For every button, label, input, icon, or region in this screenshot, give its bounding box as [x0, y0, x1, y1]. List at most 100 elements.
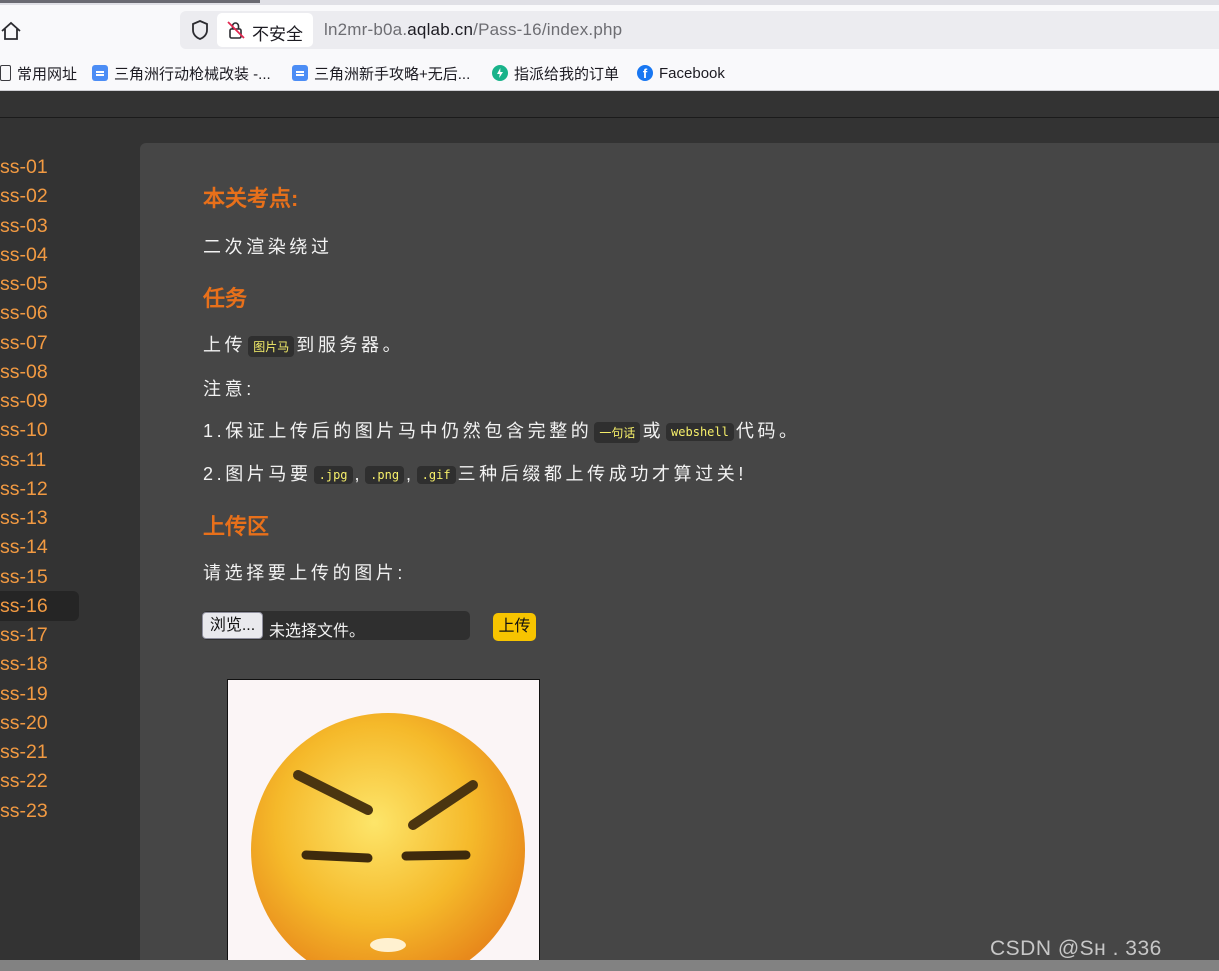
note2-prefix: 2.图片马要	[203, 464, 312, 484]
sidebar-item-ss07[interactable]: ss-07	[0, 328, 48, 358]
sidebar-item-label: ss-06	[0, 302, 48, 324]
note-label: 注意:	[203, 379, 255, 399]
note2-sep: ,	[354, 464, 364, 484]
sidebar-item-ss01[interactable]: ss-01	[0, 152, 48, 182]
task-prefix: 上传	[203, 335, 247, 355]
shield-icon[interactable]	[190, 19, 210, 41]
code-png: .png	[365, 466, 405, 485]
sidebar-item-label: ss-08	[0, 361, 48, 383]
url-path: /Pass-16/index.php	[473, 20, 623, 39]
sidebar-item-label: ss-04	[0, 244, 48, 266]
note2-sep: ,	[406, 464, 415, 484]
sidebar-item-label: ss-11	[0, 449, 47, 471]
sidebar-item-label: ss-02	[0, 185, 48, 207]
sidebar-item-label: ss-07	[0, 332, 48, 354]
sidebar-item-ss14[interactable]: ss-14	[0, 532, 48, 562]
task-heading: 任务	[203, 286, 248, 311]
code-webshell: webshell	[666, 423, 734, 442]
site-header	[0, 91, 1219, 117]
sidebar-item-label: ss-23	[0, 800, 48, 822]
sidebar-item-label: ss-03	[0, 215, 48, 237]
bookmark-delta-force-guide[interactable]: 三角洲新手攻略+无后...	[292, 62, 470, 84]
note1-prefix: 1.保证上传后的图片马中仍然包含完整的	[203, 421, 593, 441]
note1-mid: 或	[642, 421, 665, 441]
header-divider	[0, 117, 1219, 118]
emoji-face-image	[228, 680, 539, 970]
sidebar-item-ss11[interactable]: ss-11	[0, 445, 46, 475]
bookmark-label: 常用网址	[17, 65, 78, 83]
bookmark-facebook[interactable]: f Facebook	[637, 62, 725, 84]
sidebar-item-ss21[interactable]: ss-21	[0, 737, 48, 767]
browse-button[interactable]: 浏览...	[202, 612, 263, 639]
url-text[interactable]: ln2mr-b0a.aqlab.cn/Pass-16/index.php	[324, 20, 622, 40]
topic-heading: 本关考点:	[203, 186, 299, 211]
sidebar-item-label: ss-09	[0, 390, 48, 412]
code-jpg: .jpg	[313, 466, 353, 485]
sidebar-item-ss02[interactable]: ss-02	[0, 181, 48, 211]
sidebar-item-ss23[interactable]: ss-23	[0, 796, 48, 826]
url-prefix: ln2mr-b0a.	[324, 20, 408, 39]
facebook-icon: f	[637, 65, 653, 81]
sidebar-item-label: ss-21	[0, 741, 48, 763]
sidebar-item-ss10[interactable]: ss-10	[0, 415, 48, 445]
sidebar-item-ss15[interactable]: ss-15	[0, 562, 48, 592]
sidebar-item-ss17[interactable]: ss-17	[0, 620, 48, 650]
sidebar-item-ss20[interactable]: ss-20	[0, 708, 48, 738]
task-line: 上传 图片马 到服务器。	[203, 331, 404, 357]
code-one-liner: 一句话	[594, 421, 641, 443]
bookmark-label: 指派给我的订单	[514, 65, 620, 83]
doc-icon	[292, 65, 308, 81]
home-icon[interactable]	[0, 20, 22, 42]
code-gif: .gif	[416, 466, 456, 485]
sidebar-item-ss13[interactable]: ss-13	[0, 503, 48, 533]
horizontal-scrollbar[interactable]	[0, 960, 1219, 971]
sidebar-item-ss19[interactable]: ss-19	[0, 679, 48, 709]
sidebar-item-label: ss-18	[0, 653, 48, 675]
sidebar-item-ss18[interactable]: ss-18	[0, 649, 48, 679]
url-host: aqlab.cn	[407, 20, 474, 39]
upload-button[interactable]: 上传	[493, 613, 536, 641]
broken-lock-icon	[227, 21, 245, 39]
uploaded-image-preview	[227, 679, 540, 971]
sidebar-item-ss16[interactable]: ss-16	[0, 591, 79, 621]
sidebar-item-ss03[interactable]: ss-03	[0, 211, 48, 241]
bookmark-common-sites[interactable]: 常用网址	[0, 62, 77, 84]
file-status-text: 未选择文件。	[269, 623, 366, 640]
sidebar-item-label: ss-10	[0, 419, 48, 441]
sidebar-item-ss12[interactable]: ss-12	[0, 474, 48, 504]
code-image-horse: 图片马	[248, 335, 295, 357]
upload-prompt: 请选择要上传的图片:	[203, 563, 406, 583]
bookmark-label: Facebook	[659, 64, 725, 82]
folder-icon	[0, 65, 11, 81]
sidebar-item-label: ss-14	[0, 536, 48, 558]
bookmark-delta-force-mods[interactable]: 三角洲行动枪械改装 -...	[92, 62, 271, 84]
note1-suffix: 代码。	[735, 421, 801, 441]
sidebar-item-label: ss-12	[0, 478, 48, 500]
topic-text: 二次渲染绕过	[203, 237, 333, 257]
sidebar-item-ss04[interactable]: ss-04	[0, 240, 48, 270]
bookmark-label: 三角洲行动枪械改装 -...	[114, 65, 271, 83]
note-2: 2.图片马要 .jpg, .png, .gif 三种后缀都上传成功才算过关!	[203, 460, 747, 486]
sidebar-item-ss09[interactable]: ss-09	[0, 386, 48, 416]
sidebar-item-ss05[interactable]: ss-05	[0, 269, 48, 299]
note-1: 1.保证上传后的图片马中仍然包含完整的 一句话或 webshell 代码。	[203, 417, 801, 443]
sidebar-item-label: ss-19	[0, 683, 48, 705]
sidebar-item-label: ss-15	[0, 566, 48, 588]
sidebar-item-label: ss-05	[0, 273, 48, 295]
doc-icon	[92, 65, 108, 81]
sidebar-item-label: ss-17	[0, 624, 48, 646]
active-tab-indicator[interactable]	[0, 0, 260, 3]
sidebar-item-label: ss-22	[0, 770, 48, 792]
note2-suffix: 三种后缀都上传成功才算过关!	[457, 464, 747, 484]
sidebar-item-label: ss-20	[0, 712, 48, 734]
upload-heading: 上传区	[203, 514, 270, 539]
insecure-label: 不安全	[252, 25, 303, 44]
bookmark-my-orders[interactable]: 指派给我的订单	[492, 62, 619, 84]
bookmark-label: 三角洲新手攻略+无后...	[314, 65, 471, 83]
sidebar-item-ss08[interactable]: ss-08	[0, 357, 48, 387]
sidebar-item-ss22[interactable]: ss-22	[0, 766, 48, 796]
sidebar-item-label: ss-16	[0, 595, 48, 617]
csdn-watermark: CSDN @Sн . 336	[990, 937, 1162, 960]
sidebar-item-ss06[interactable]: ss-06	[0, 298, 48, 328]
task-suffix: 到服务器。	[296, 335, 405, 355]
